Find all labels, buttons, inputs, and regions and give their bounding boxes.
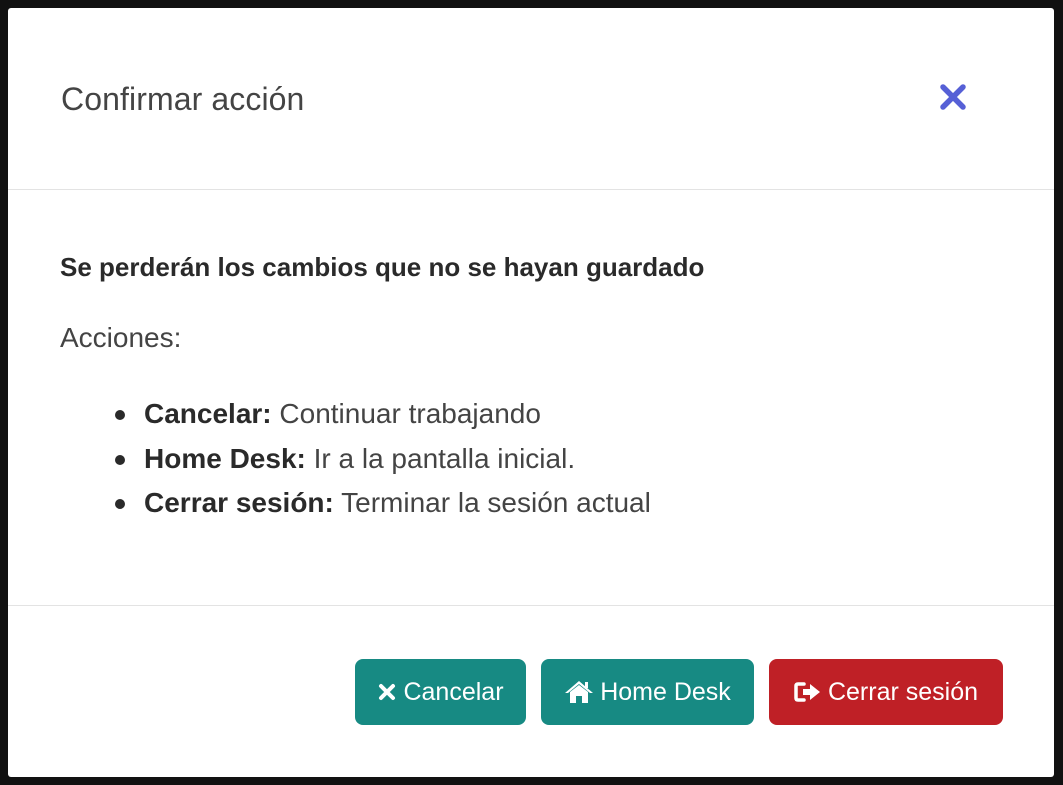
action-label: Cancelar: bbox=[144, 398, 272, 429]
home-icon bbox=[564, 679, 594, 705]
times-icon bbox=[377, 682, 397, 702]
actions-list: Cancelar: Continuar trabajando Home Desk… bbox=[115, 392, 651, 526]
action-item-home: Home Desk: Ir a la pantalla inicial. bbox=[115, 437, 651, 482]
action-item-cancel: Cancelar: Continuar trabajando bbox=[115, 392, 651, 437]
actions-heading: Acciones: bbox=[60, 322, 182, 353]
home-desk-button-label: Home Desk bbox=[600, 677, 731, 706]
sign-out-icon bbox=[794, 681, 822, 703]
action-description: Ir a la pantalla inicial. bbox=[313, 442, 576, 474]
cancel-button[interactable]: Cancelar bbox=[355, 659, 526, 725]
dialog-header: Confirmar acción bbox=[8, 8, 1054, 190]
action-description: Continuar trabajando bbox=[279, 398, 541, 429]
cancel-button-label: Cancelar bbox=[403, 677, 504, 706]
dialog-footer: Cancelar Home Desk Cerrar sesión bbox=[8, 606, 1054, 777]
logout-button[interactable]: Cerrar sesión bbox=[769, 659, 1003, 725]
bullet bbox=[115, 454, 125, 465]
bullet bbox=[115, 499, 125, 509]
home-desk-button[interactable]: Home Desk bbox=[541, 659, 754, 725]
bullet bbox=[115, 410, 125, 420]
action-description: Terminar la sesión actual bbox=[341, 487, 651, 518]
action-label: Cerrar sesión: bbox=[144, 487, 334, 518]
close-button[interactable] bbox=[934, 78, 972, 116]
dialog-title: Confirmar acción bbox=[61, 81, 305, 117]
close-x-icon bbox=[934, 78, 972, 116]
dialog-body: Se perderán los cambios que no se hayan … bbox=[8, 190, 1054, 606]
action-item-logout: Cerrar sesión: Terminar la sesión actual bbox=[115, 481, 651, 526]
logout-button-label: Cerrar sesión bbox=[827, 677, 979, 706]
action-label: Home Desk: bbox=[144, 442, 306, 474]
warning-message: Se perderán los cambios que no se hayan … bbox=[60, 252, 705, 282]
confirm-dialog: Confirmar acción Se perderán los cambios… bbox=[8, 8, 1054, 777]
